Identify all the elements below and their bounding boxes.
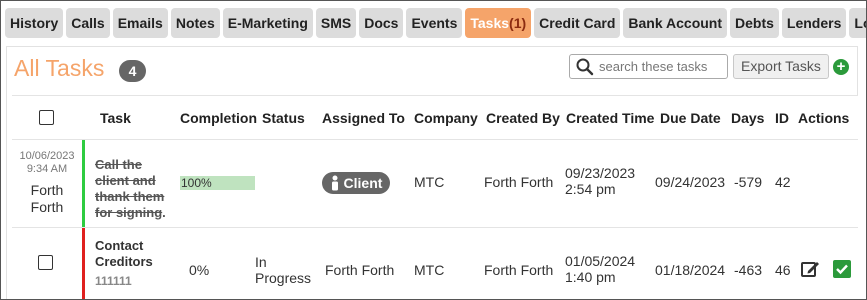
completed-by: Forth Forth [30, 182, 64, 215]
col-assigned-to[interactable]: Assigned To [322, 96, 405, 140]
search-icon [576, 58, 594, 75]
tab-credit-card[interactable]: Credit Card [534, 8, 621, 38]
select-all-checkbox[interactable] [39, 110, 54, 125]
completion-progress: 100% [180, 176, 255, 190]
task-count-badge: 4 [119, 60, 146, 82]
tab-lenders[interactable]: Lenders [781, 8, 847, 38]
plus-circle-icon[interactable]: + [833, 59, 849, 75]
tab-loans[interactable]: Loans [849, 8, 866, 38]
tab-tasks-label: Tasks [470, 15, 510, 31]
assigned-to-label: Client [343, 175, 383, 191]
tab-sms[interactable]: SMS [315, 8, 357, 38]
export-tasks-button[interactable]: Export Tasks [733, 54, 829, 79]
col-actions: Actions [798, 110, 850, 126]
tab-events[interactable]: Events [406, 8, 463, 38]
page-title: All Tasks [14, 55, 105, 81]
created-date-value: 09/23/2023 [565, 165, 636, 181]
due-date: 09/24/2023 [655, 174, 726, 190]
tasks-panel: All Tasks 4 Export Tasks + Task Completi… [6, 46, 858, 299]
created-by: Forth Forth [484, 174, 554, 190]
col-completion[interactable]: Completion [180, 96, 257, 140]
status-bar-overdue [82, 228, 85, 299]
task-title-text: Call the client and thank them for signi… [95, 157, 165, 220]
assigned-to: Forth Forth [325, 262, 395, 278]
assigned-to-badge: Client [322, 172, 390, 194]
tab-bank-account[interactable]: Bank Account [623, 8, 728, 38]
tab-debts[interactable]: Debts [730, 8, 779, 38]
created-time: 09/23/2023 2:54 pm [565, 165, 635, 197]
task-title-suffix: . [162, 205, 166, 220]
check-square-icon[interactable] [832, 259, 852, 279]
task-title[interactable]: Call the client and thank them for signi… [95, 157, 175, 221]
created-time-value: 1:40 pm [565, 269, 616, 285]
search-box [569, 54, 728, 79]
table-row: Contact Creditors 111111 0% In Progress … [12, 228, 858, 299]
task-title[interactable]: Contact Creditors 111111 [95, 238, 175, 289]
tab-calls[interactable]: Calls [66, 8, 110, 38]
col-created-time[interactable]: Created Time [566, 96, 654, 140]
tab-e-marketing[interactable]: E-Marketing [222, 8, 313, 38]
completed-time-value: 9:34 AM [26, 163, 68, 175]
col-status[interactable]: Status [262, 96, 305, 140]
row-checkbox[interactable] [38, 255, 53, 270]
col-company[interactable]: Company [414, 96, 478, 140]
col-days[interactable]: Days [731, 96, 764, 140]
company: MTC [414, 174, 445, 190]
completion: 0% [189, 262, 210, 278]
tab-emails[interactable]: Emails [112, 8, 168, 38]
task-title-text: Contact Creditors [95, 238, 153, 269]
edit-icon[interactable] [800, 259, 820, 279]
col-created-by[interactable]: Created By [486, 96, 560, 140]
task-id: 46 [775, 262, 791, 278]
completion-progress-fill: 100% [180, 176, 255, 190]
table-row: 10/06/2023 9:34 AM Forth Forth Call the … [12, 140, 858, 228]
table-header: Task Completion Status Assigned To Compa… [12, 95, 858, 140]
days: -463 [734, 262, 763, 278]
tab-tasks-count: (1) [509, 15, 527, 31]
created-time-value: 2:54 pm [565, 181, 616, 197]
tab-history[interactable]: History [5, 8, 64, 38]
tab-bar: History Calls Emails Notes E-Marketing S… [5, 8, 866, 38]
created-date-value: 01/05/2024 [565, 253, 636, 269]
status-bar-complete [82, 140, 85, 227]
col-task[interactable]: Task [100, 96, 131, 140]
completed-date: 10/06/2023 9:34 AM [16, 150, 78, 176]
tab-notes[interactable]: Notes [170, 8, 220, 38]
completed-date-value: 10/06/2023 [19, 150, 75, 162]
created-by: Forth Forth [484, 262, 554, 278]
col-id[interactable]: ID [775, 96, 789, 140]
days: -579 [734, 174, 763, 190]
col-due-date[interactable]: Due Date [660, 96, 721, 140]
due-date: 01/18/2024 [655, 262, 726, 278]
search-input[interactable] [599, 56, 724, 77]
tab-tasks[interactable]: Tasks(1) [465, 8, 532, 38]
task-subtitle: 111111 [95, 274, 132, 288]
person-icon [331, 175, 338, 191]
tab-docs[interactable]: Docs [359, 8, 404, 38]
task-widget: History Calls Emails Notes E-Marketing S… [0, 0, 867, 300]
status: In Progress [255, 254, 312, 286]
created-time: 01/05/2024 1:40 pm [565, 253, 635, 285]
task-id: 42 [775, 174, 791, 190]
company: MTC [414, 262, 445, 278]
